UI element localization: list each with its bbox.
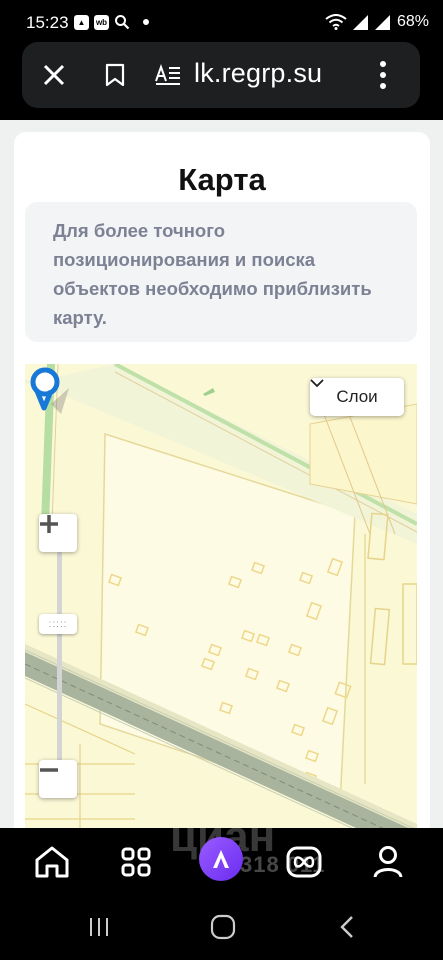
back-icon[interactable] (333, 912, 363, 942)
web-page: Карта Для более точного позиционирования… (0, 120, 443, 828)
zoom-out-button[interactable] (39, 760, 77, 798)
gallery-icon: ▲ (74, 14, 89, 30)
page-title: Карта (178, 162, 266, 197)
signal-icon-2 (374, 14, 390, 30)
nav-services[interactable] (284, 842, 324, 882)
zoom-notice: Для более точного позиционирования и пои… (25, 202, 417, 342)
nav-home[interactable] (32, 842, 72, 882)
map-card: Карта Для более точного позиционирования… (14, 132, 430, 828)
wb-app-icon: wb (94, 14, 109, 30)
nav-profile[interactable] (368, 842, 408, 882)
zoom-in-button[interactable] (39, 514, 77, 552)
more-vertical-icon[interactable] (377, 59, 389, 91)
battery-level: 68% (396, 13, 429, 30)
nav-catalog[interactable] (116, 842, 156, 882)
wifi-icon (325, 14, 347, 30)
location-pin-icon[interactable] (25, 364, 75, 420)
alice-logo-icon (213, 850, 229, 868)
home-circle-icon[interactable] (208, 912, 238, 942)
infinity-icon (286, 846, 322, 878)
zoom-slider-track[interactable] (57, 552, 62, 762)
system-nav-bar (0, 892, 443, 960)
close-icon[interactable] (40, 61, 68, 89)
grid-icon (121, 847, 151, 877)
notification-dot (143, 19, 149, 25)
zoom-slider-handle[interactable]: ::::: (39, 614, 77, 634)
reader-mode-icon[interactable] (155, 63, 181, 87)
bookmark-icon[interactable] (104, 63, 126, 87)
home-icon (35, 846, 69, 878)
layers-label: Слои (336, 387, 378, 406)
chevron-down-icon (310, 379, 324, 388)
url-text[interactable]: lk.regrp.su (194, 58, 322, 89)
alice-icon[interactable] (199, 837, 243, 881)
status-bar: 15:23 ▲ wb 68% (0, 0, 443, 44)
browser-url-bar: lk.regrp.su (22, 42, 420, 108)
notification-icons: ▲ wb (74, 14, 149, 30)
signal-icon (352, 14, 368, 30)
app-bottom-nav: циан 318 011 (0, 812, 443, 892)
cadastral-map[interactable]: Слои ::::: (25, 364, 417, 828)
plus-icon (40, 515, 58, 533)
profile-icon (373, 846, 403, 878)
layers-button[interactable]: Слои (310, 378, 404, 416)
map-canvas (25, 364, 417, 828)
clock: 15:23 (26, 13, 69, 32)
minus-icon (40, 768, 58, 772)
recents-icon[interactable] (84, 912, 114, 942)
search-icon (115, 15, 130, 30)
